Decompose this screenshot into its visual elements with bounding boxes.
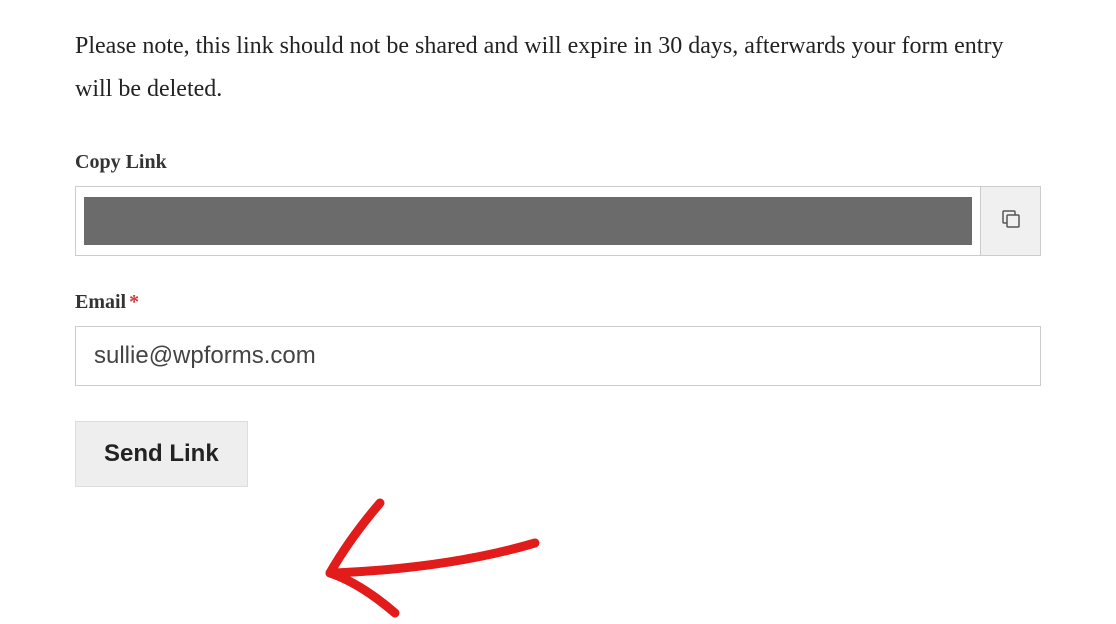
link-value-redacted bbox=[84, 197, 972, 245]
copy-link-wrapper bbox=[75, 186, 1041, 256]
copy-link-button[interactable] bbox=[980, 187, 1040, 255]
send-link-button[interactable]: Send Link bbox=[75, 421, 248, 487]
email-input[interactable] bbox=[75, 326, 1041, 386]
email-label-wrapper: Email* bbox=[75, 291, 1041, 314]
copy-icon bbox=[999, 207, 1023, 236]
email-label: Email bbox=[75, 291, 126, 313]
email-field-group: Email* bbox=[75, 291, 1041, 386]
copy-link-field: Copy Link bbox=[75, 151, 1041, 256]
copy-link-label: Copy Link bbox=[75, 151, 1041, 174]
link-input-container bbox=[76, 187, 980, 255]
required-indicator: * bbox=[129, 291, 139, 313]
note-text: Please note, this link should not be sha… bbox=[75, 25, 1041, 111]
annotation-arrow bbox=[310, 478, 560, 623]
